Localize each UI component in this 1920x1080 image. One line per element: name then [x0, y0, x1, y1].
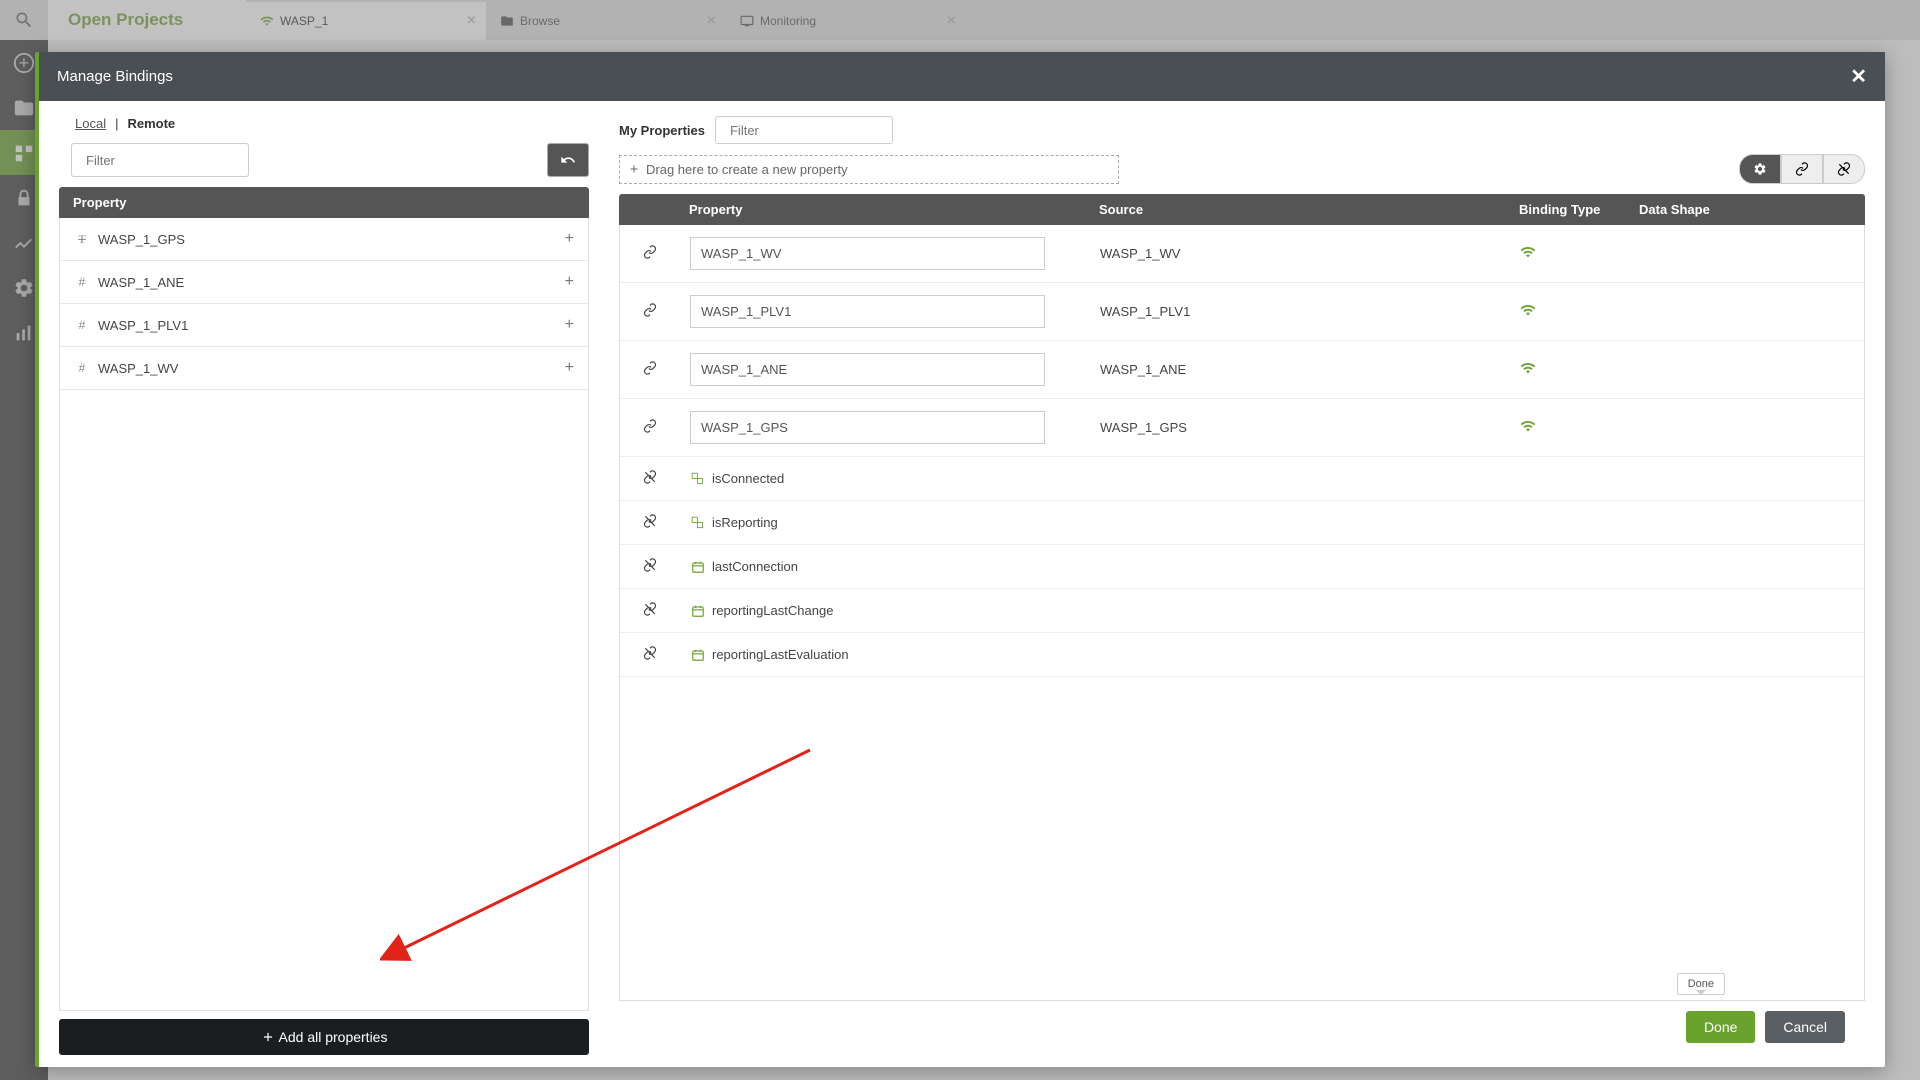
property-input[interactable]: [690, 237, 1045, 270]
property-row: isConnected: [620, 457, 1864, 501]
link-icon[interactable]: [643, 245, 657, 259]
filter-my-properties-input[interactable]: [730, 123, 906, 138]
add-icon[interactable]: +: [565, 273, 574, 291]
modal-close-button[interactable]: ✕: [1850, 64, 1867, 89]
list-item[interactable]: #WASP_1_PLV1+: [60, 304, 588, 347]
add-icon[interactable]: +: [565, 359, 574, 377]
refresh-bindings-button[interactable]: [1739, 154, 1781, 184]
manage-bindings-modal: Manage Bindings ✕ Local | Remote Propert…: [35, 52, 1885, 1067]
calendar-icon: [690, 647, 706, 663]
link-button[interactable]: [1781, 154, 1823, 184]
undo-button[interactable]: [547, 143, 589, 177]
type-icon: #: [74, 361, 90, 375]
property-row: reportingLastChange: [620, 589, 1864, 633]
toolbar-buttons: [1739, 154, 1865, 184]
calendar-icon: [690, 559, 706, 575]
add-all-properties-button[interactable]: Add all properties: [59, 1019, 589, 1055]
binding-row: WASP_1_PLV1: [620, 283, 1864, 341]
my-properties-label: My Properties: [619, 123, 705, 138]
filter-my-properties[interactable]: [715, 116, 893, 144]
bindings-grid-header: Property Source Binding Type Data Shape: [619, 194, 1865, 225]
done-tooltip: Done: [1677, 973, 1725, 995]
calendar-icon: [690, 603, 706, 619]
source-cell: WASP_1_WV: [1100, 246, 1520, 261]
source-cell: WASP_1_ANE: [1100, 362, 1520, 377]
wifi-icon: [1520, 244, 1536, 260]
drag-drop-zone[interactable]: Drag here to create a new property: [619, 155, 1119, 184]
property-input[interactable]: [690, 411, 1045, 444]
list-item[interactable]: #WASP_1_WV+: [60, 347, 588, 390]
filter-local-input[interactable]: [86, 153, 262, 168]
cancel-button[interactable]: Cancel: [1765, 1011, 1845, 1043]
tab-remote[interactable]: Remote: [123, 116, 179, 131]
tab-local[interactable]: Local: [71, 116, 110, 131]
property-row: lastConnection: [620, 545, 1864, 589]
binding-row: WASP_1_WV: [620, 225, 1864, 283]
bindings-grid: WASP_1_WV WASP_1_PLV1 WASP_1_ANE: [619, 225, 1865, 1001]
plus-icon: [628, 163, 640, 175]
add-icon[interactable]: +: [565, 230, 574, 248]
link-icon[interactable]: [643, 419, 657, 433]
add-icon[interactable]: +: [565, 316, 574, 334]
type-icon: #: [74, 275, 90, 289]
type-icon: #: [74, 318, 90, 332]
property-input[interactable]: [690, 353, 1045, 386]
unlink-button[interactable]: [1823, 154, 1865, 184]
plus-icon: [261, 1030, 275, 1044]
type-icon: T: [74, 232, 90, 247]
unlink-icon[interactable]: [643, 646, 657, 660]
property-row: reportingLastEvaluation: [620, 633, 1864, 677]
source-cell: WASP_1_PLV1: [1100, 304, 1520, 319]
source-cell: WASP_1_GPS: [1100, 420, 1520, 435]
link-icon: [1795, 162, 1809, 176]
unlink-icon: [1837, 162, 1851, 176]
bool-icon: [690, 515, 706, 531]
undo-icon: [560, 152, 576, 168]
wifi-icon: [1520, 418, 1536, 434]
done-button[interactable]: Done: [1686, 1011, 1755, 1043]
modal-title: Manage Bindings: [57, 68, 173, 85]
remote-property-list: TWASP_1_GPS+ #WASP_1_ANE+ #WASP_1_PLV1+ …: [59, 218, 589, 1011]
binding-row: WASP_1_GPS: [620, 399, 1864, 457]
unlink-icon[interactable]: [643, 470, 657, 484]
link-icon[interactable]: [643, 361, 657, 375]
unlink-icon[interactable]: [643, 602, 657, 616]
binding-row: WASP_1_ANE: [620, 341, 1864, 399]
wifi-icon: [1520, 360, 1536, 376]
wifi-icon: [1520, 302, 1536, 318]
unlink-icon[interactable]: [643, 558, 657, 572]
unlink-icon[interactable]: [643, 514, 657, 528]
list-item[interactable]: TWASP_1_GPS+: [60, 218, 588, 261]
filter-local[interactable]: [71, 143, 249, 177]
list-item[interactable]: #WASP_1_ANE+: [60, 261, 588, 304]
property-header: Property: [59, 187, 589, 218]
property-row: isReporting: [620, 501, 1864, 545]
bool-icon: [690, 471, 706, 487]
link-icon[interactable]: [643, 303, 657, 317]
property-input[interactable]: [690, 295, 1045, 328]
gear-icon: [1753, 162, 1767, 176]
